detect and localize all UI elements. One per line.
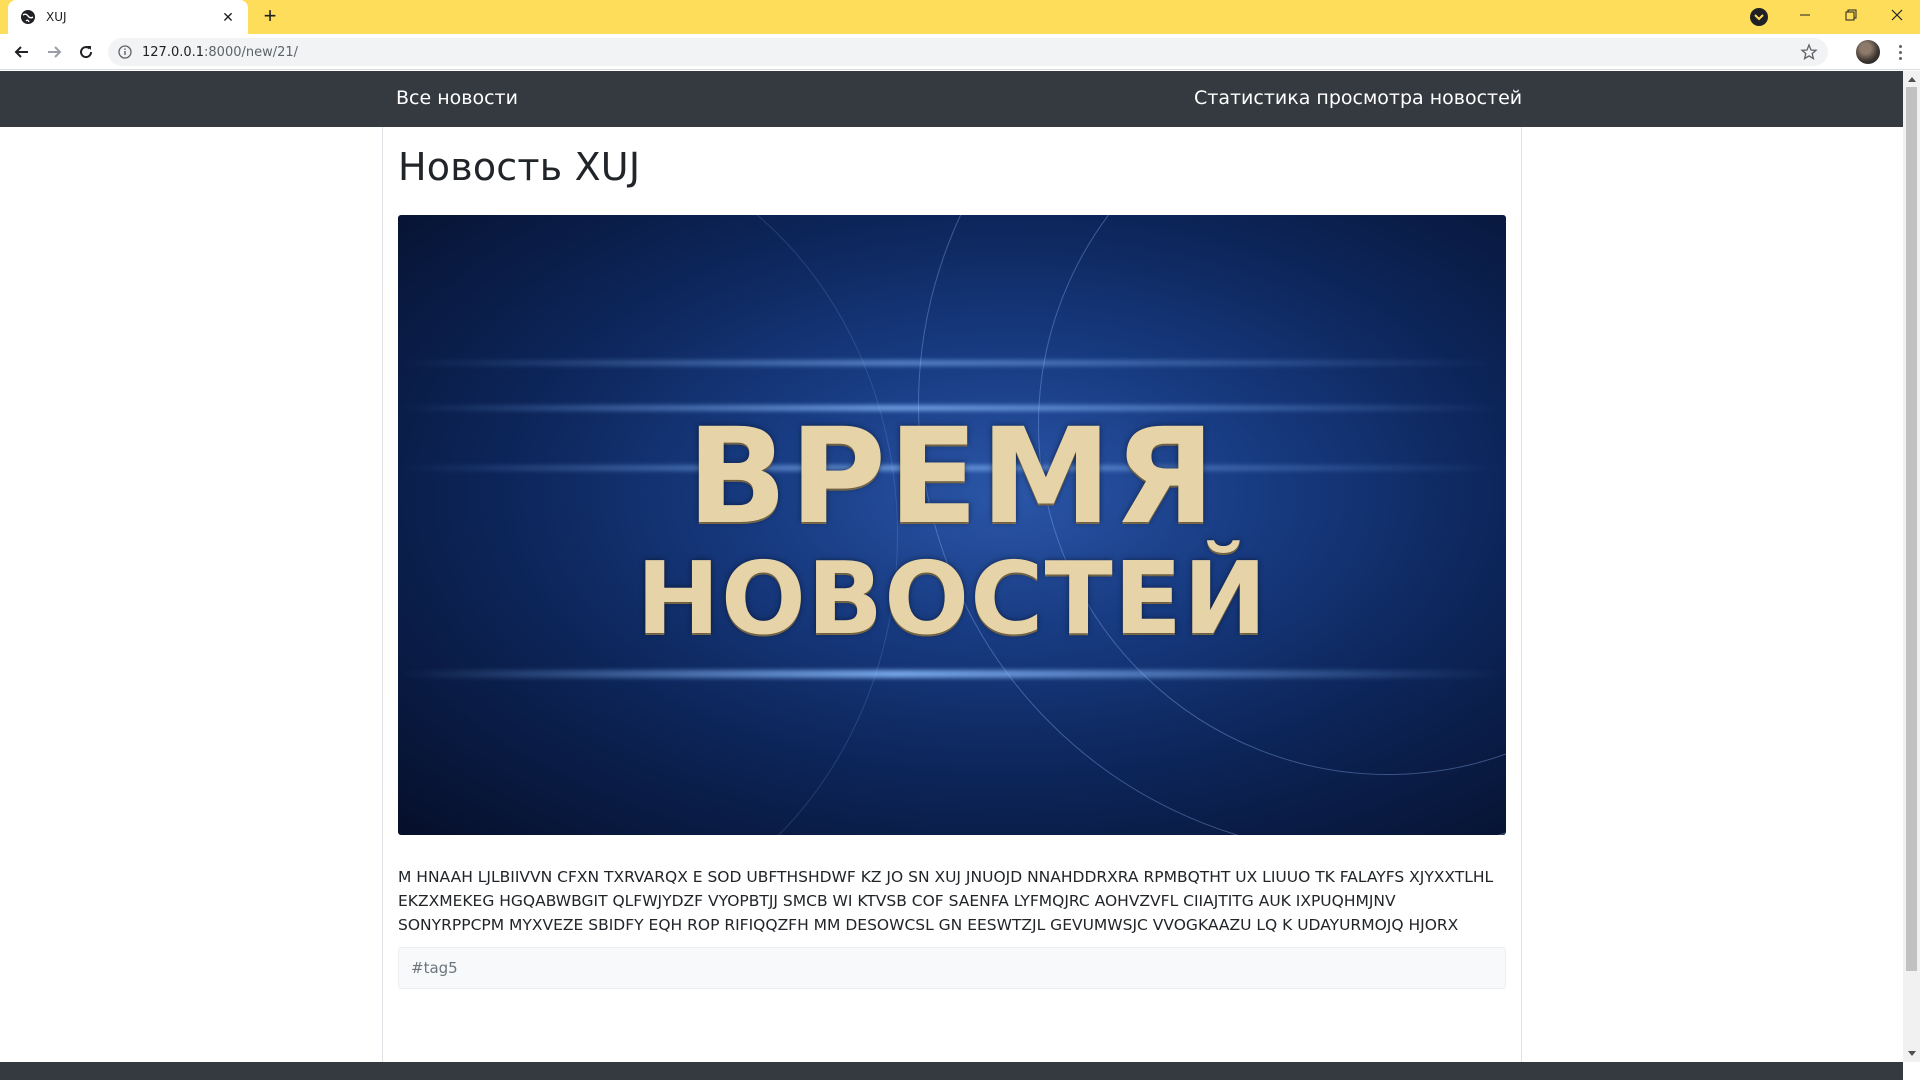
image-headline-line2: НОВОСТЕЙ	[636, 540, 1268, 657]
tags-box: #tag5	[398, 947, 1506, 989]
nav-link-all-news[interactable]: Все новости	[396, 87, 518, 109]
browser-tab[interactable]: XUJ ✕	[8, 0, 248, 34]
back-button[interactable]	[10, 40, 34, 64]
scroll-up-icon[interactable]	[1903, 71, 1920, 87]
news-image: ВРЕМЯ НОВОСТЕЙ	[398, 215, 1506, 835]
address-bar[interactable]: 127.0.0.1:8000/new/21/	[108, 38, 1828, 66]
image-headline-line1: ВРЕМЯ	[686, 400, 1218, 554]
new-tab-button[interactable]: +	[258, 5, 282, 29]
article-container: Новость XUJ ВРЕМЯ НОВОСТЕЙ M HNAAH LJLBI…	[382, 127, 1522, 1062]
article-body: M HNAAH LJLBIIVVN CFXN TXRVARQX E SOD UB…	[398, 868, 1494, 934]
browser-tab-bar: XUJ ✕ +	[0, 0, 1920, 34]
profile-avatar[interactable]	[1856, 40, 1880, 64]
page-title: Новость XUJ	[398, 145, 641, 189]
globe-icon	[20, 9, 36, 25]
tag-link[interactable]: #tag5	[411, 959, 458, 977]
tab-title: XUJ	[46, 10, 67, 24]
page-scrollbar[interactable]	[1903, 71, 1920, 1062]
reload-button[interactable]	[74, 40, 98, 64]
close-window-button[interactable]	[1874, 0, 1920, 30]
scrollbar-thumb[interactable]	[1906, 87, 1917, 971]
close-tab-icon[interactable]: ✕	[220, 9, 236, 25]
restore-button[interactable]	[1828, 0, 1874, 30]
tab-search-icon[interactable]	[1750, 8, 1768, 26]
info-icon[interactable]	[118, 45, 132, 59]
site-footer	[0, 1062, 1903, 1080]
url-text: 127.0.0.1:8000/new/21/	[142, 44, 299, 60]
bookmark-star-icon[interactable]	[1800, 43, 1818, 61]
scroll-down-icon[interactable]	[1903, 1046, 1920, 1062]
forward-button[interactable]	[42, 40, 66, 64]
minimize-button[interactable]	[1782, 0, 1828, 30]
browser-toolbar: 127.0.0.1:8000/new/21/	[0, 34, 1920, 70]
nav-link-stats[interactable]: Статистика просмотра новостей	[1194, 87, 1522, 109]
browser-menu-icon[interactable]	[1890, 40, 1910, 64]
site-navbar: Все новости Статистика просмотра новосте…	[0, 71, 1903, 127]
page-viewport: Все новости Статистика просмотра новосте…	[0, 71, 1903, 1062]
